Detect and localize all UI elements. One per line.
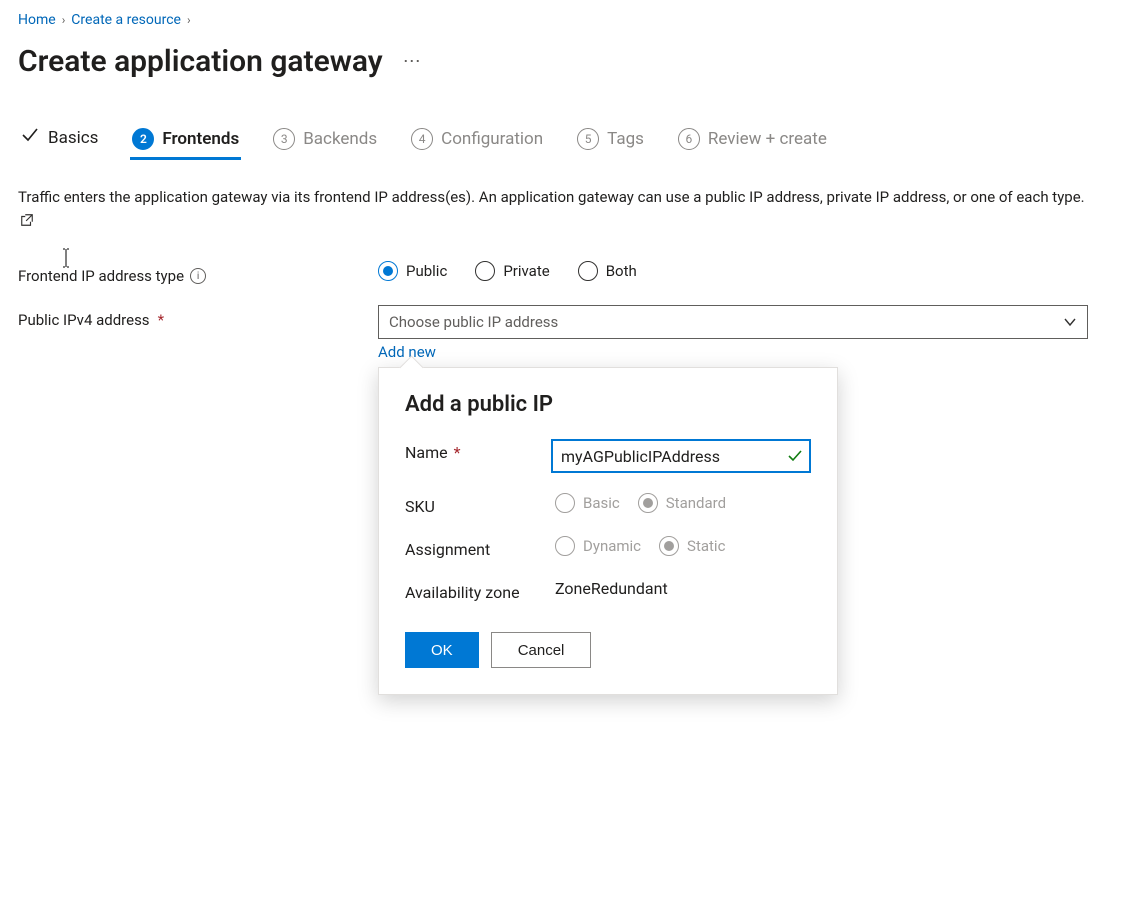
step-number-icon: 4 xyxy=(411,128,433,150)
tab-configuration[interactable]: 4 Configuration xyxy=(409,122,545,160)
frontend-ip-type-radio-group: Public Private Both xyxy=(378,261,637,281)
ok-button[interactable]: OK xyxy=(405,632,479,668)
sku-radio-group: Basic Standard xyxy=(555,493,811,513)
availability-zone-value: ZoneRedundant xyxy=(555,579,811,598)
radio-label: Dynamic xyxy=(583,537,641,555)
page-title: Create application gateway xyxy=(18,44,383,79)
valid-check-icon xyxy=(781,448,809,464)
label-text: Frontend IP address type xyxy=(18,267,184,285)
tab-description: Traffic enters the application gateway v… xyxy=(18,186,1088,231)
required-indicator: * xyxy=(454,443,461,462)
radio-dot-icon xyxy=(659,536,679,556)
radio-label: Standard xyxy=(666,494,726,512)
radio-label: Basic xyxy=(583,494,620,512)
breadcrumb-create-resource[interactable]: Create a resource xyxy=(71,12,181,28)
wizard-tabs: Basics 2 Frontends 3 Backends 4 Configur… xyxy=(18,119,1112,160)
tab-label: Tags xyxy=(607,129,644,149)
step-number-icon: 6 xyxy=(678,128,700,150)
radio-label: Both xyxy=(606,262,637,280)
public-ipv4-label: Public IPv4 address * xyxy=(18,305,378,329)
add-public-ip-popover: Add a public IP Name * xyxy=(378,367,838,695)
frontend-ip-type-label: Frontend IP address type i xyxy=(18,261,378,285)
tab-label: Frontends xyxy=(162,129,239,149)
assignment-label: Assignment xyxy=(405,536,555,559)
required-indicator: * xyxy=(158,311,164,329)
tab-label: Review + create xyxy=(708,129,827,149)
step-number-icon: 2 xyxy=(132,128,154,150)
radio-assignment-dynamic: Dynamic xyxy=(555,536,641,556)
chevron-right-icon: › xyxy=(62,13,66,27)
check-icon xyxy=(20,125,40,150)
radio-label: Public xyxy=(406,262,447,280)
cancel-button[interactable]: Cancel xyxy=(491,632,592,668)
external-link-icon[interactable] xyxy=(18,211,34,229)
radio-private[interactable]: Private xyxy=(475,261,549,281)
assignment-radio-group: Dynamic Static xyxy=(555,536,811,556)
tab-review-create[interactable]: 6 Review + create xyxy=(676,122,829,160)
radio-public[interactable]: Public xyxy=(378,261,447,281)
radio-label: Private xyxy=(503,262,549,280)
chevron-down-icon xyxy=(1063,315,1077,329)
name-label: Name * xyxy=(405,439,551,462)
public-ip-name-input[interactable] xyxy=(553,441,781,471)
breadcrumb-home[interactable]: Home xyxy=(18,12,56,28)
radio-dot-icon xyxy=(578,261,598,281)
description-text: Traffic enters the application gateway v… xyxy=(18,188,1085,206)
chevron-right-icon: › xyxy=(187,13,191,27)
tab-frontends[interactable]: 2 Frontends xyxy=(130,122,241,160)
radio-dot-icon xyxy=(555,493,575,513)
tab-label: Backends xyxy=(303,129,377,149)
tab-label: Configuration xyxy=(441,129,543,149)
tab-backends[interactable]: 3 Backends xyxy=(271,122,379,160)
radio-dot-icon xyxy=(475,261,495,281)
breadcrumb: Home › Create a resource › xyxy=(18,12,1112,28)
radio-dot-icon xyxy=(638,493,658,513)
radio-sku-standard: Standard xyxy=(638,493,726,513)
label-text: Public IPv4 address xyxy=(18,311,150,329)
availability-zone-label: Availability zone xyxy=(405,579,555,602)
tab-label: Basics xyxy=(48,128,98,148)
info-icon[interactable]: i xyxy=(190,268,206,284)
more-actions-button[interactable]: ⋯ xyxy=(395,47,430,76)
radio-sku-basic: Basic xyxy=(555,493,620,513)
popover-title: Add a public IP xyxy=(405,392,811,417)
sku-label: SKU xyxy=(405,493,555,516)
tab-basics[interactable]: Basics xyxy=(18,119,100,160)
tab-tags[interactable]: 5 Tags xyxy=(575,122,646,160)
public-ip-select[interactable]: Choose public IP address xyxy=(378,305,1088,339)
step-number-icon: 5 xyxy=(577,128,599,150)
radio-dot-icon xyxy=(378,261,398,281)
select-placeholder: Choose public IP address xyxy=(389,313,558,331)
radio-label: Static xyxy=(687,537,725,555)
radio-both[interactable]: Both xyxy=(578,261,637,281)
label-text: Name xyxy=(405,443,448,462)
radio-assignment-static: Static xyxy=(659,536,725,556)
step-number-icon: 3 xyxy=(273,128,295,150)
name-input-wrapper xyxy=(551,439,811,473)
radio-dot-icon xyxy=(555,536,575,556)
